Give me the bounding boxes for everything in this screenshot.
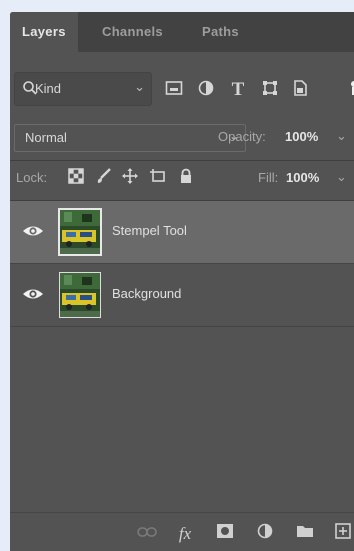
layer-thumbnail: [58, 208, 102, 256]
fill-label: Fill:: [258, 170, 279, 185]
layer-row-background[interactable]: Background: [10, 264, 354, 326]
chevron-down-icon: ⌄: [134, 79, 145, 94]
shape-filter-icon[interactable]: [260, 80, 280, 100]
layer-name: Stempel Tool: [112, 223, 187, 238]
eye-icon[interactable]: [22, 221, 44, 241]
layers-bottom-toolbar: fx: [10, 512, 354, 551]
filter-kind-label: Kind: [35, 81, 62, 96]
layer-thumbnail: [59, 272, 101, 318]
opacity-label: Opacity:: [218, 129, 266, 144]
filter-toggle-icon[interactable]: [344, 80, 354, 100]
pixel-filter-icon[interactable]: [164, 80, 184, 100]
lock-all-icon[interactable]: [176, 168, 196, 188]
smart-object-filter-icon[interactable]: [290, 80, 310, 100]
blend-mode-dropdown[interactable]: Normal ⌄: [14, 124, 246, 152]
eye-icon[interactable]: [22, 284, 44, 304]
tab-channels[interactable]: Channels: [102, 12, 163, 52]
folder-icon[interactable]: [294, 523, 316, 545]
type-filter-icon[interactable]: T: [228, 80, 248, 100]
opacity-value[interactable]: 100%: [285, 129, 318, 144]
blend-mode-value: Normal: [25, 130, 67, 145]
chevron-down-icon[interactable]: ⌄: [336, 128, 347, 144]
layer-mask-icon[interactable]: [214, 523, 236, 545]
adjustment-layer-icon[interactable]: [254, 523, 276, 545]
chevron-down-icon[interactable]: ⌄: [336, 169, 347, 185]
lock-position-icon[interactable]: [120, 168, 140, 188]
tab-layers[interactable]: Layers: [10, 12, 78, 52]
divider: [10, 160, 354, 161]
blend-row: Normal ⌄ Opacity: 100% ⌄: [10, 124, 354, 152]
new-layer-icon[interactable]: [332, 523, 354, 545]
fx-icon[interactable]: fx: [174, 523, 196, 545]
lock-image-pixels-icon[interactable]: [94, 168, 114, 188]
lock-label: Lock:: [16, 170, 48, 185]
link-layers-icon[interactable]: [136, 523, 158, 545]
lock-row: Lock: Fill: 100% ⌄: [10, 162, 354, 194]
layers-panel: Layers Channels Paths Kind ⌄ T Normal ⌄ …: [10, 12, 354, 551]
fill-value[interactable]: 100%: [286, 170, 319, 185]
lock-artboard-icon[interactable]: [148, 168, 168, 188]
layer-row-stempel-tool[interactable]: Stempel Tool: [10, 201, 354, 263]
filter-kind-dropdown[interactable]: Kind ⌄: [14, 72, 152, 106]
tab-paths[interactable]: Paths: [202, 12, 239, 52]
lock-transparent-pixels-icon[interactable]: [66, 168, 86, 188]
layer-filter-row: Kind ⌄ T: [10, 70, 354, 112]
divider: [10, 326, 354, 327]
panel-tab-bar: Layers Channels Paths: [10, 12, 354, 52]
adjustment-filter-icon[interactable]: [196, 80, 216, 100]
layer-name: Background: [112, 286, 182, 301]
